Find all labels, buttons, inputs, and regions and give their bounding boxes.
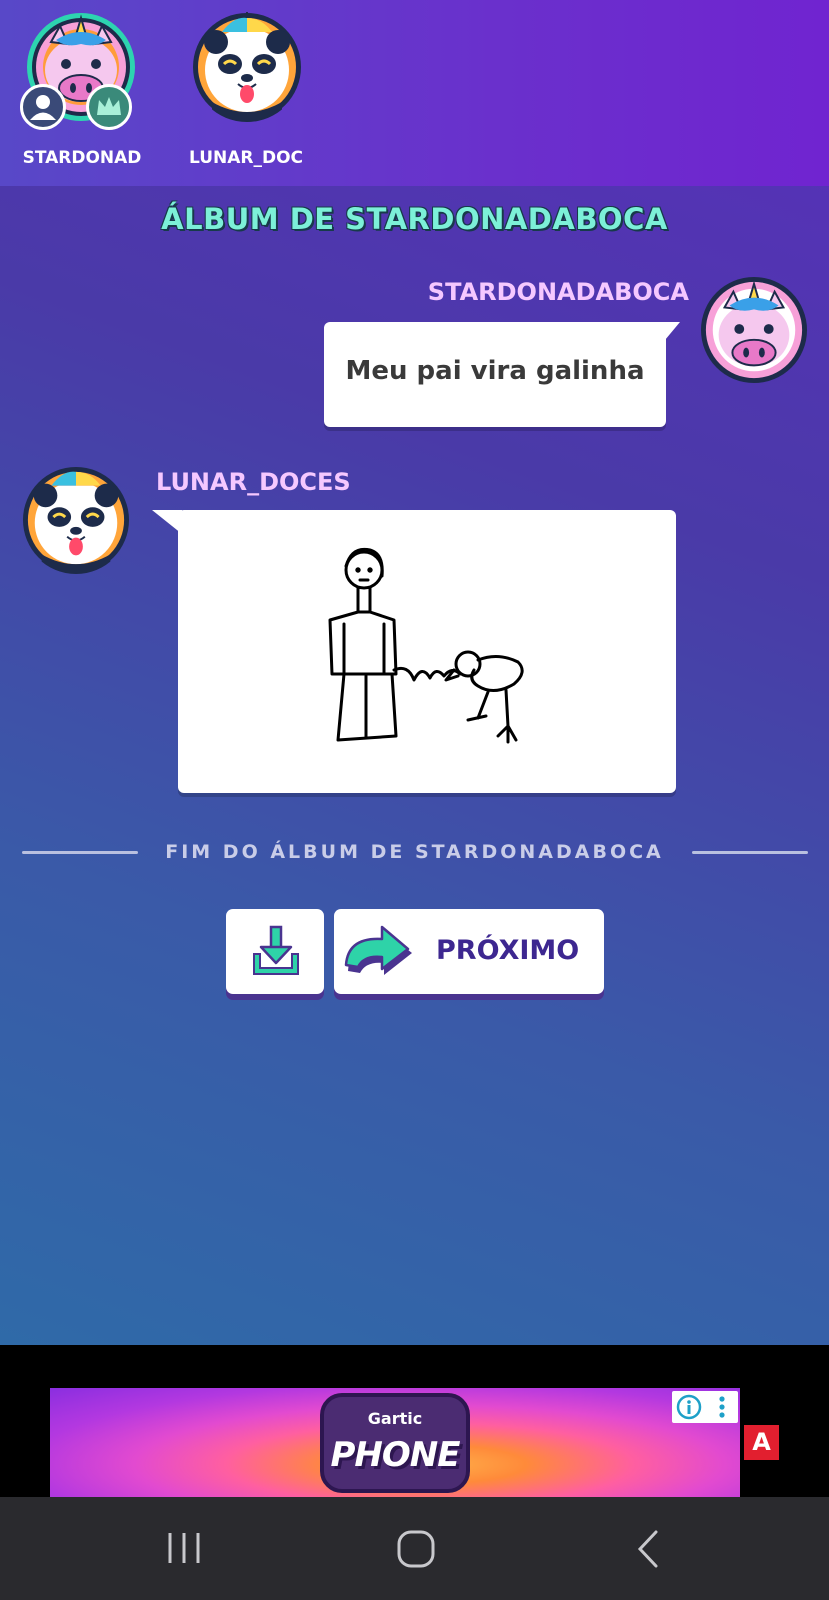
ad-brand-top: Gartic — [367, 1409, 423, 1428]
drawing-bubble — [152, 510, 676, 793]
more-options-icon[interactable] — [714, 1394, 730, 1420]
gartic-phone-logo: Gartic PHONE — [320, 1393, 470, 1493]
system-navbar — [0, 1497, 829, 1600]
ad-corner-badge: A — [744, 1425, 779, 1460]
message-bubble: Meu pai vira galinha — [324, 322, 680, 427]
album-end-label: FIM DO ÁLBUM DE STARDONADABOCA — [165, 841, 664, 863]
bubble-tail — [152, 510, 182, 534]
panda-avatar — [193, 12, 301, 122]
back-icon — [637, 1530, 658, 1568]
recent-apps-icon — [168, 1533, 200, 1563]
ad-banner[interactable]: Gartic PHONE — [50, 1388, 740, 1497]
home-button[interactable] — [366, 1497, 466, 1600]
players-bar: STARDONAD LUNAR_DOC — [0, 0, 829, 186]
ad-info-box[interactable] — [672, 1391, 738, 1423]
download-button[interactable] — [226, 909, 324, 994]
bubble-tail — [650, 322, 680, 346]
next-button-label: PRÓXIMO — [436, 935, 580, 966]
panda-avatar — [22, 466, 130, 574]
game-screen: STARDONAD LUNAR_DOC ÁLBUM DE STARDONADAB… — [0, 0, 829, 1345]
ad-area: Gartic PHONE A — [0, 1345, 829, 1497]
ad-brand-main: PHONE — [330, 1435, 461, 1475]
home-icon — [397, 1530, 435, 1568]
user-icon — [20, 84, 66, 130]
drawing-image — [328, 547, 524, 744]
unicorn-avatar — [700, 276, 808, 384]
download-icon — [253, 925, 299, 975]
curved-arrow-icon — [344, 925, 412, 975]
message-author: STARDONADABOCA — [427, 278, 689, 306]
divider-line — [692, 851, 808, 854]
message-author: LUNAR_DOCES — [156, 468, 351, 496]
crown-icon — [86, 84, 132, 130]
recent-apps-button[interactable] — [134, 1497, 234, 1600]
player-name: STARDONAD — [22, 148, 142, 168]
message-text: Meu pai vira galinha — [345, 356, 645, 386]
back-button[interactable] — [598, 1497, 698, 1600]
info-icon[interactable] — [676, 1394, 702, 1420]
album-title: ÁLBUM DE STARDONADABOCA — [161, 202, 668, 236]
album-end-divider: FIM DO ÁLBUM DE STARDONADABOCA — [20, 838, 809, 868]
player-name: LUNAR_DOC — [188, 148, 304, 168]
next-button[interactable]: PRÓXIMO — [334, 909, 604, 994]
